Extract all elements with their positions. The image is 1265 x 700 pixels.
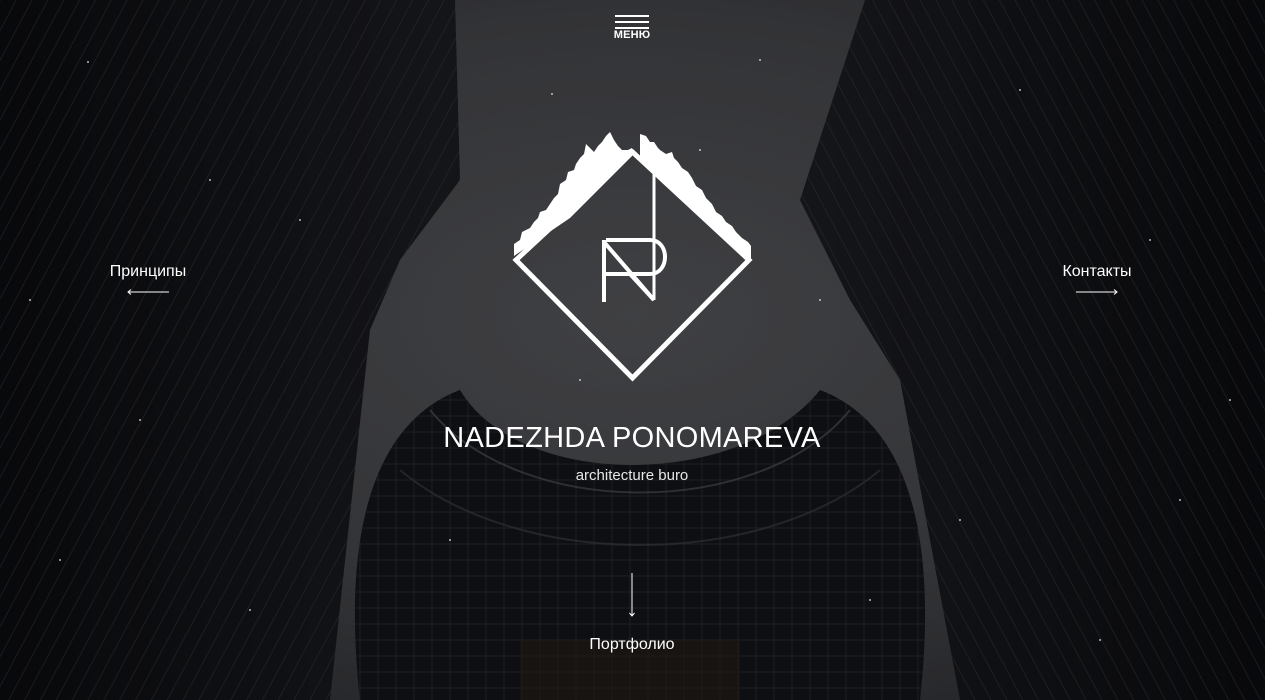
nav-link-contacts-label: Контакты: [1062, 263, 1132, 280]
menu-button[interactable]: МЕНЮ: [613, 15, 651, 47]
np-diamond-skyline-logo: [512, 132, 753, 382]
arrow-right-icon: [1076, 289, 1118, 295]
arrow-left-icon: [127, 289, 169, 295]
arrow-down-icon[interactable]: [627, 573, 637, 617]
nav-link-portfolio-label: Портфолио: [589, 636, 675, 653]
nav-link-principles-label: Принципы: [109, 263, 187, 280]
brand-subtitle: architecture buro: [575, 467, 689, 484]
hero-section: МЕНЮ NADEZHDA PONOMAREVA architecture bu…: [0, 0, 1265, 700]
brand-name: NADEZHDA PONOMAREVA: [443, 422, 821, 454]
menu-label: МЕНЮ: [613, 29, 651, 41]
nav-link-contacts[interactable]: Контакты: [1047, 263, 1147, 295]
nav-link-portfolio[interactable]: Портфолио: [562, 636, 702, 654]
nav-link-principles[interactable]: Принципы: [98, 263, 198, 295]
